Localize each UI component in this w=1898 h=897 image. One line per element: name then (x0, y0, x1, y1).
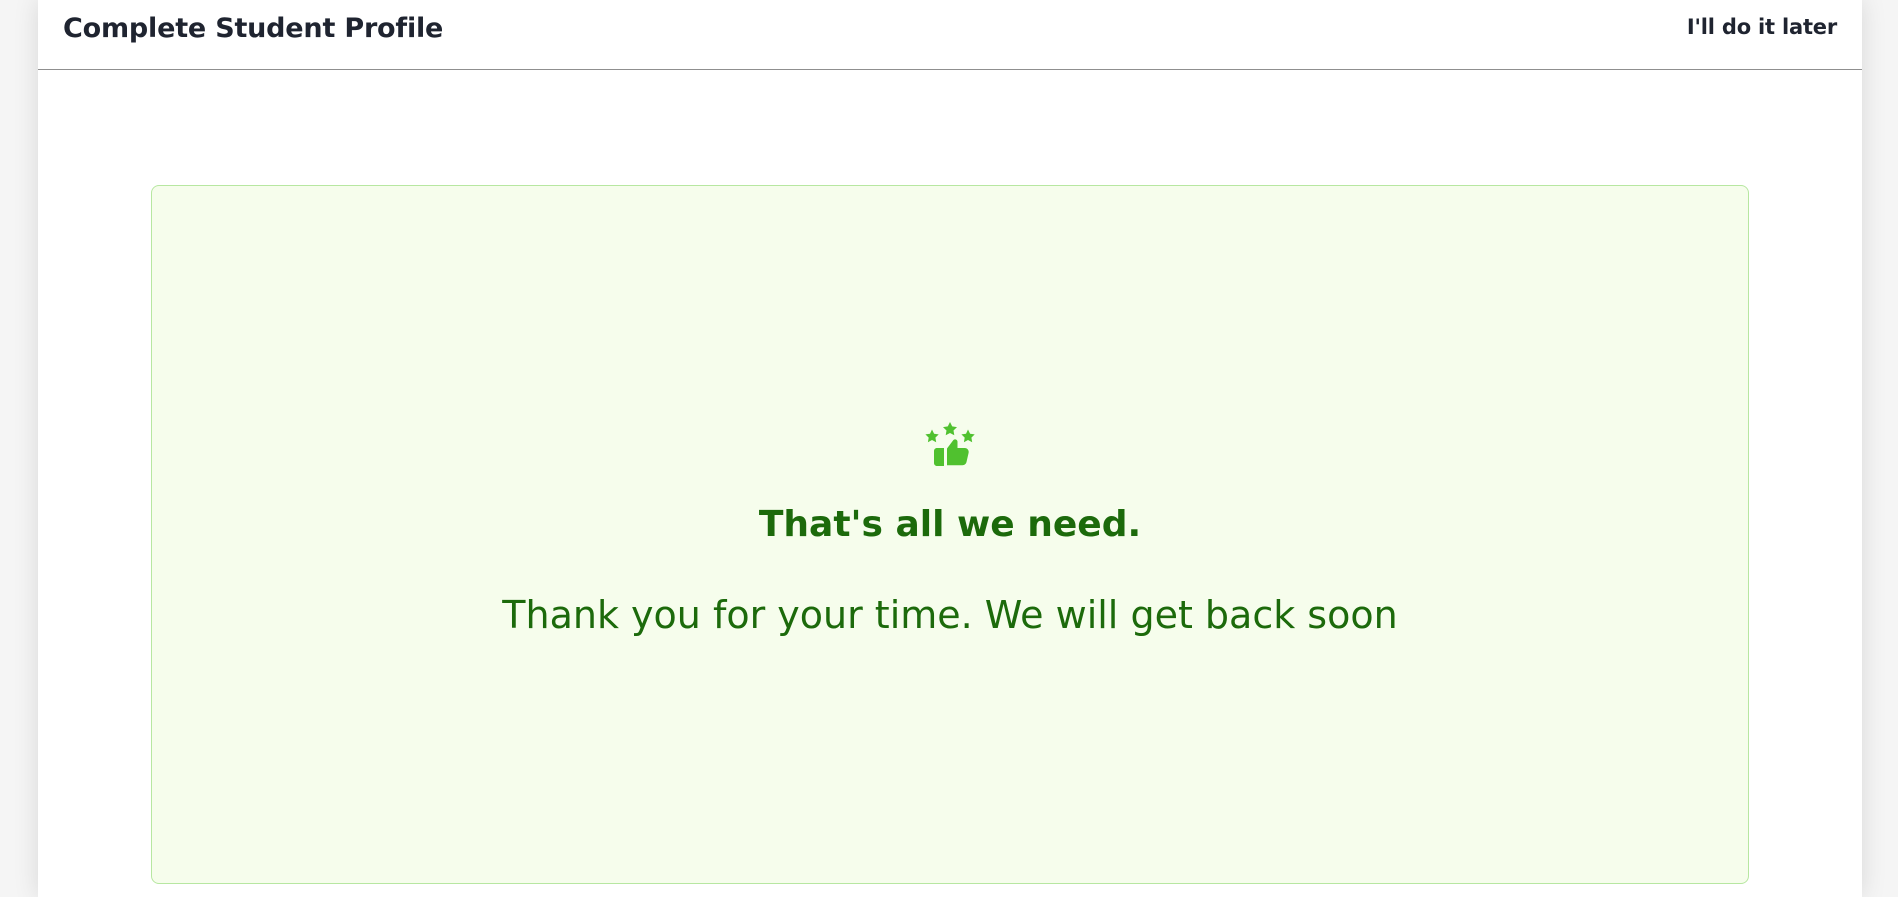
success-panel: That's all we need. Thank you for your t… (151, 185, 1749, 884)
do-it-later-link[interactable]: I'll do it later (1687, 13, 1837, 41)
profile-page: Complete Student Profile I'll do it late… (38, 0, 1862, 897)
success-message: Thank you for your time. We will get bac… (502, 593, 1398, 637)
page-title: Complete Student Profile (63, 13, 444, 44)
profile-header: Complete Student Profile I'll do it late… (38, 0, 1862, 70)
success-title: That's all we need. (758, 504, 1142, 545)
thumbs-up-stars-icon (925, 422, 975, 466)
